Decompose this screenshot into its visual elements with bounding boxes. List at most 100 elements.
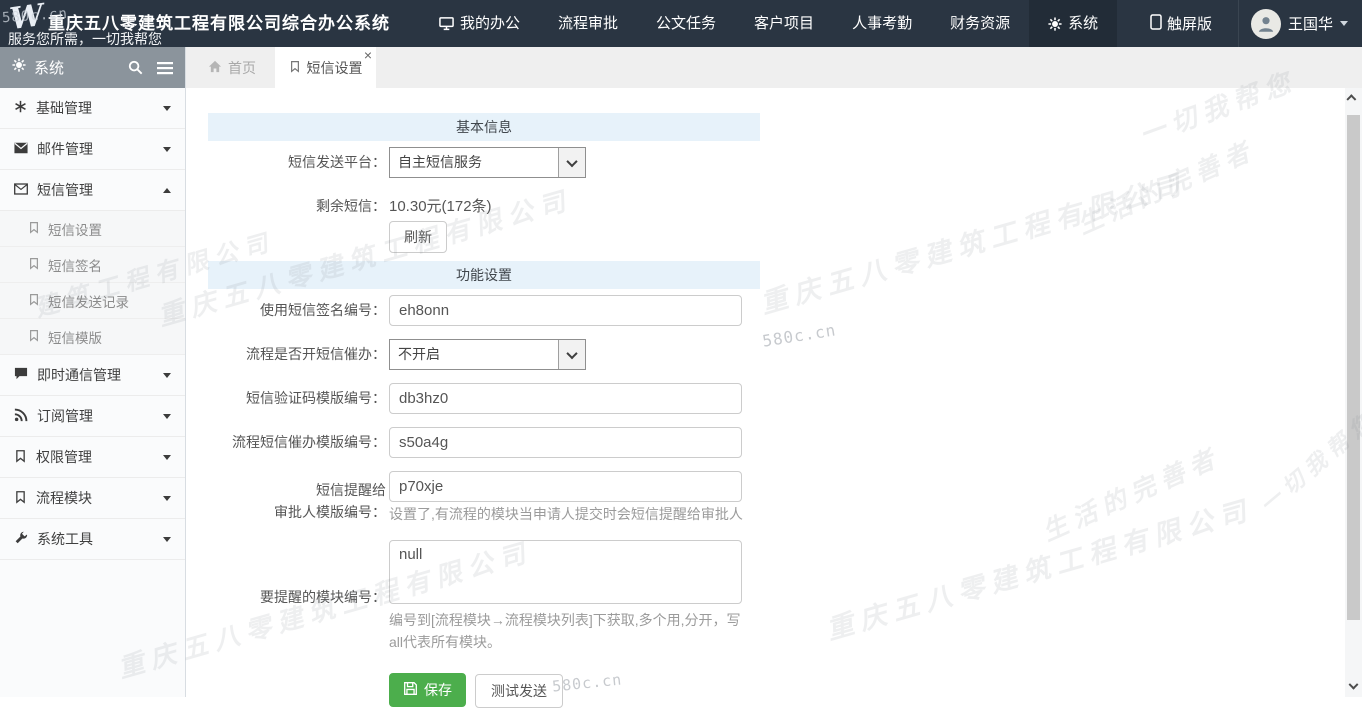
sidebar-item-sms-management[interactable]: 短信管理 xyxy=(0,170,185,211)
wrench-icon xyxy=(14,531,28,548)
chevron-down-icon xyxy=(163,414,171,419)
chat-icon xyxy=(14,367,28,383)
sidebar-subitem-sms-settings[interactable]: 短信设置 xyxy=(0,211,185,247)
scrollbar-down-icon[interactable] xyxy=(1345,679,1362,695)
sidebar-item-workflow-module[interactable]: 流程模块 xyxy=(0,478,185,519)
field-label-module-codes: 要提醒的模块编号： xyxy=(186,582,386,613)
phone-icon xyxy=(1150,14,1162,34)
bookmark-icon xyxy=(14,490,27,507)
rss-icon xyxy=(14,408,28,425)
sidebar-item-permission-management[interactable]: 权限管理 xyxy=(0,437,185,478)
mail-icon xyxy=(14,141,28,157)
remaining-sms-value: 10.30元(172条) xyxy=(389,191,492,222)
chevron-up-icon xyxy=(163,188,171,193)
home-icon xyxy=(208,60,222,76)
sidebar-subitem-label: 短信签名 xyxy=(48,255,102,275)
gear-icon xyxy=(1048,17,1062,31)
field-label-platform: 短信发送平台： xyxy=(186,147,386,178)
sidebar-item-label: 系统工具 xyxy=(37,529,163,549)
vertical-scrollbar[interactable] xyxy=(1345,88,1362,697)
scrollbar-thumb[interactable] xyxy=(1347,115,1360,620)
chevron-down-icon xyxy=(163,373,171,378)
chevron-down-icon xyxy=(1340,21,1348,26)
field-label-remaining: 剩余短信： xyxy=(186,191,386,222)
sidebar-item-system-tools[interactable]: 系统工具 xyxy=(0,519,185,560)
envelope-icon xyxy=(14,182,28,198)
user-menu[interactable]: 王国华 xyxy=(1239,0,1362,47)
tab-home[interactable]: 首页 xyxy=(208,47,256,88)
sidebar-title: 系统 xyxy=(34,57,114,78)
hamburger-icon[interactable] xyxy=(157,61,173,75)
bookmark-icon xyxy=(14,449,27,466)
urge-switch-value: 不开启 xyxy=(390,340,558,369)
captcha-template-input[interactable] xyxy=(389,383,742,414)
nav-item-hr-attendance[interactable]: 人事考勤 xyxy=(833,0,931,47)
bookmark-icon xyxy=(289,60,301,76)
bookmark-icon xyxy=(28,329,40,345)
sidebar-item-mail-management[interactable]: 邮件管理 xyxy=(0,129,185,170)
sidebar-item-label: 邮件管理 xyxy=(37,139,163,159)
platform-select[interactable]: 自主短信服务 xyxy=(389,147,586,178)
bookmark-icon xyxy=(28,221,40,237)
nav-item-my-office[interactable]: 我的办公 xyxy=(420,0,539,47)
sidebar-subitem-label: 短信模版 xyxy=(48,327,102,347)
top-navbar: W 重庆五八零建筑工程有限公司综合办公系统 服务您所需，一切我帮您 我的办公 流… xyxy=(0,0,1362,47)
platform-select-value: 自主短信服务 xyxy=(390,148,558,177)
field-label-signature-no: 使用短信签名编号： xyxy=(186,295,386,326)
save-button[interactable]: 保存 xyxy=(389,673,466,707)
user-name: 王国华 xyxy=(1288,13,1333,34)
nav-label: 系统 xyxy=(1068,0,1098,47)
field-label-urge-template: 流程短信催办模版编号： xyxy=(186,427,386,458)
chevron-down-icon xyxy=(163,106,171,111)
sidebar-item-basic-management[interactable]: 基础管理 xyxy=(0,88,185,129)
sidebar-header: 系统 xyxy=(0,47,185,88)
sidebar-item-label: 即时通信管理 xyxy=(37,365,163,385)
sidebar-subitem-sms-send-log[interactable]: 短信发送记录 xyxy=(0,283,185,319)
app-slogan: 服务您所需，一切我帮您 xyxy=(8,29,162,49)
sidebar-item-label: 基础管理 xyxy=(36,98,163,118)
close-icon[interactable]: × xyxy=(364,48,372,62)
bookmark-icon xyxy=(28,257,40,273)
field-label-notify-template-line2: 审批人模版编号： xyxy=(186,501,386,523)
sidebar-subitem-label: 短信发送记录 xyxy=(48,291,129,311)
nav-item-finance-resources[interactable]: 财务资源 xyxy=(931,0,1029,47)
scrollbar-up-icon[interactable] xyxy=(1345,90,1362,106)
urge-switch-select[interactable]: 不开启 xyxy=(389,339,586,370)
touch-version-button[interactable]: 触屏版 xyxy=(1124,0,1238,47)
notify-template-input[interactable] xyxy=(389,471,742,502)
search-icon[interactable] xyxy=(128,60,143,75)
sidebar-item-subscription-management[interactable]: 订阅管理 xyxy=(0,396,185,437)
chevron-down-icon xyxy=(558,148,585,177)
nav-label: 人事考勤 xyxy=(852,0,912,47)
signature-no-input[interactable] xyxy=(389,295,742,326)
module-codes-textarea[interactable]: null xyxy=(389,540,742,604)
nav-label: 财务资源 xyxy=(950,0,1010,47)
tab-sms-settings[interactable]: 短信设置 × xyxy=(275,47,376,88)
avatar xyxy=(1251,9,1281,39)
sidebar-item-im-management[interactable]: 即时通信管理 xyxy=(0,355,185,396)
notify-template-hint: 设置了,有流程的模块当申请人提交时会短信提醒给审批人 xyxy=(389,503,949,525)
sidebar-subitem-sms-template[interactable]: 短信模版 xyxy=(0,319,185,355)
sidebar: 系统 基础管理 邮件管理 短信管理 短信设置 短信签名 短信发送记录 短信模版 … xyxy=(0,47,186,697)
tab-label: 首页 xyxy=(228,58,256,78)
chevron-down-icon xyxy=(558,340,585,369)
chevron-down-icon xyxy=(163,147,171,152)
urge-template-input[interactable] xyxy=(389,427,742,458)
sidebar-subitem-sms-signature[interactable]: 短信签名 xyxy=(0,247,185,283)
section-header-function-settings: 功能设置 xyxy=(208,261,760,289)
nav-item-document-tasks[interactable]: 公文任务 xyxy=(637,0,735,47)
nav-item-customer-projects[interactable]: 客户项目 xyxy=(735,0,833,47)
main-nav-menu: 我的办公 流程审批 公文任务 客户项目 人事考勤 财务资源 系统 xyxy=(420,0,1117,47)
nav-label: 我的办公 xyxy=(460,0,520,47)
monitor-icon xyxy=(439,16,454,31)
nav-label: 流程审批 xyxy=(558,0,618,47)
touch-version-label: 触屏版 xyxy=(1167,13,1212,34)
test-send-button[interactable]: 测试发送 xyxy=(475,674,563,708)
sms-settings-panel: 基本信息 短信发送平台： 自主短信服务 剩余短信： 10.30元(172条) 刷… xyxy=(186,88,1345,697)
nav-item-system[interactable]: 系统 xyxy=(1029,0,1117,47)
nav-item-workflow-approval[interactable]: 流程审批 xyxy=(539,0,637,47)
tab-bar: 首页 短信设置 × xyxy=(186,47,1362,88)
chevron-down-icon xyxy=(163,537,171,542)
gear-icon xyxy=(12,58,26,77)
refresh-button[interactable]: 刷新 xyxy=(389,221,447,253)
